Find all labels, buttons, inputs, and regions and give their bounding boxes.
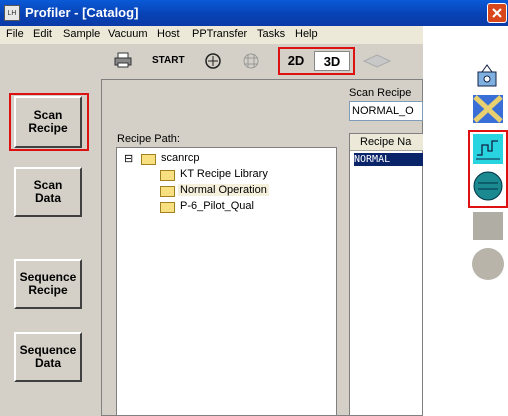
sequence-recipe-button[interactable]: Sequence Recipe (14, 259, 82, 309)
load-station-icon (477, 64, 497, 87)
recipe-list-selected-row[interactable]: NORMAL (354, 153, 423, 166)
menu-sample[interactable]: Sample (63, 28, 100, 40)
load-station-button[interactable] (472, 62, 504, 93)
selected-highlight (9, 93, 89, 151)
disabled-square-button[interactable] (473, 212, 503, 240)
right-toolbar (470, 28, 508, 416)
surface-view-button[interactable] (362, 53, 392, 72)
printer-icon (114, 52, 132, 68)
menu-host[interactable]: Host (157, 28, 180, 40)
menu-edit[interactable]: Edit (33, 28, 52, 40)
tree-expander[interactable]: ⊟ (124, 152, 133, 165)
view-3d-button[interactable]: 3D (314, 51, 350, 71)
xy-stage-button[interactable] (204, 52, 222, 73)
close-icon (492, 8, 502, 18)
xy-stage-icon (205, 53, 221, 69)
printer-button[interactable] (114, 52, 132, 71)
folder-icon (160, 202, 175, 213)
menu-bar: File Edit Sample Vacuum Host PPTransfer … (0, 26, 423, 44)
title-bar: LH Profiler - [Catalog] (0, 0, 508, 26)
sequence-data-button[interactable]: Sequence Data (14, 332, 82, 382)
tree-item-p6-pilot-qual[interactable]: P-6_Pilot_Qual (180, 200, 254, 212)
scan-recipe-label: Scan Recipe (349, 87, 412, 99)
window-title: Profiler - [Catalog] (25, 5, 139, 20)
wafer-tools-button[interactable] (472, 94, 504, 127)
view-2d-button[interactable]: 2D (282, 51, 310, 71)
recipe-path-label: Recipe Path: (117, 133, 180, 145)
tree-item-kt-recipe-library[interactable]: KT Recipe Library (180, 168, 268, 180)
disabled-circle-button[interactable] (472, 248, 504, 280)
recipe-name-column-header[interactable]: Recipe Na (350, 134, 423, 151)
folder-icon (160, 170, 175, 181)
start-button[interactable]: START (152, 55, 185, 66)
sequence-data-label-2: Data (34, 356, 61, 370)
recipe-tree[interactable]: ⊟ scanrcp KT Recipe Library Normal Opera… (116, 147, 337, 416)
wafer-tools-icon (473, 95, 503, 123)
menu-tasks[interactable]: Tasks (257, 28, 285, 40)
menu-file[interactable]: File (6, 28, 24, 40)
wafer-map-button[interactable] (243, 53, 259, 72)
scan-data-label-2: Data (34, 191, 61, 205)
tree-root-scanrcp[interactable]: scanrcp (161, 152, 200, 164)
app-icon: LH (4, 5, 20, 21)
folder-icon (160, 186, 175, 197)
open-folder-icon (141, 154, 156, 165)
diamond-icon (362, 54, 392, 68)
scan-recipe-field[interactable]: NORMAL_O (349, 101, 423, 121)
scan-data-button[interactable]: Scan Data (14, 167, 82, 217)
selected-tools-highlight (468, 130, 508, 208)
menu-vacuum[interactable]: Vacuum (108, 28, 148, 40)
close-button[interactable] (487, 3, 507, 23)
recipe-list[interactable] (349, 133, 423, 416)
sequence-recipe-label-2: Recipe (28, 283, 68, 297)
wafer-grid-icon (243, 53, 259, 69)
menu-pptransfer[interactable]: PPTransfer (192, 28, 247, 40)
tree-item-normal-operation[interactable]: Normal Operation (178, 184, 269, 196)
menu-help[interactable]: Help (295, 28, 318, 40)
